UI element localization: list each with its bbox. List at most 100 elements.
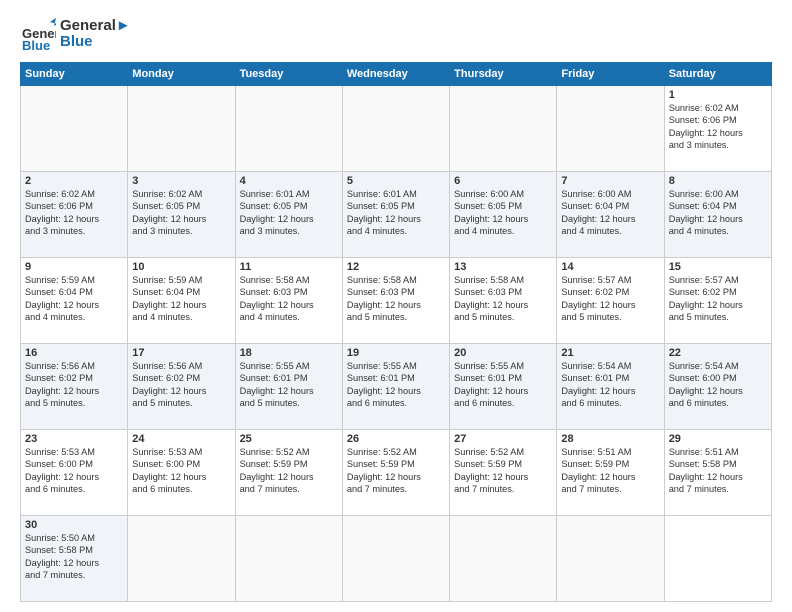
day-info: Sunrise: 5:57 AMSunset: 6:02 PMDaylight:… <box>669 274 767 324</box>
day-number: 26 <box>347 433 445 445</box>
day-info: Sunrise: 5:55 AMSunset: 6:01 PMDaylight:… <box>240 360 338 410</box>
table-row: 25Sunrise: 5:52 AMSunset: 5:59 PMDayligh… <box>235 430 342 516</box>
table-row <box>557 516 664 602</box>
calendar-row: 1Sunrise: 6:02 AMSunset: 6:06 PMDaylight… <box>21 86 772 172</box>
table-row: 4Sunrise: 6:01 AMSunset: 6:05 PMDaylight… <box>235 172 342 258</box>
table-row <box>21 86 128 172</box>
day-number: 20 <box>454 347 552 359</box>
day-number: 30 <box>25 519 123 531</box>
day-number: 28 <box>561 433 659 445</box>
day-info: Sunrise: 6:02 AMSunset: 6:05 PMDaylight:… <box>132 188 230 238</box>
table-row: 6Sunrise: 6:00 AMSunset: 6:05 PMDaylight… <box>450 172 557 258</box>
day-number: 29 <box>669 433 767 445</box>
table-row: 19Sunrise: 5:55 AMSunset: 6:01 PMDayligh… <box>342 344 449 430</box>
table-row: 23Sunrise: 5:53 AMSunset: 6:00 PMDayligh… <box>21 430 128 516</box>
day-number: 4 <box>240 175 338 187</box>
day-info: Sunrise: 5:54 AMSunset: 6:00 PMDaylight:… <box>669 360 767 410</box>
day-info: Sunrise: 5:50 AMSunset: 5:58 PMDaylight:… <box>25 532 123 582</box>
day-info: Sunrise: 6:02 AMSunset: 6:06 PMDaylight:… <box>25 188 123 238</box>
day-info: Sunrise: 5:57 AMSunset: 6:02 PMDaylight:… <box>561 274 659 324</box>
header-sunday: Sunday <box>21 63 128 86</box>
logo: General Blue General► Blue <box>20 16 131 52</box>
day-info: Sunrise: 5:52 AMSunset: 5:59 PMDaylight:… <box>347 446 445 496</box>
header-saturday: Saturday <box>664 63 771 86</box>
table-row: 12Sunrise: 5:58 AMSunset: 6:03 PMDayligh… <box>342 258 449 344</box>
day-info: Sunrise: 5:58 AMSunset: 6:03 PMDaylight:… <box>454 274 552 324</box>
day-number: 6 <box>454 175 552 187</box>
day-number: 27 <box>454 433 552 445</box>
weekday-header-row: Sunday Monday Tuesday Wednesday Thursday… <box>21 63 772 86</box>
day-number: 10 <box>132 261 230 273</box>
day-number: 21 <box>561 347 659 359</box>
day-info: Sunrise: 6:01 AMSunset: 6:05 PMDaylight:… <box>347 188 445 238</box>
day-number: 2 <box>25 175 123 187</box>
table-row: 13Sunrise: 5:58 AMSunset: 6:03 PMDayligh… <box>450 258 557 344</box>
table-row <box>450 86 557 172</box>
day-number: 1 <box>669 89 767 101</box>
table-row: 2Sunrise: 6:02 AMSunset: 6:06 PMDaylight… <box>21 172 128 258</box>
calendar-row: 16Sunrise: 5:56 AMSunset: 6:02 PMDayligh… <box>21 344 772 430</box>
day-number: 14 <box>561 261 659 273</box>
day-info: Sunrise: 5:53 AMSunset: 6:00 PMDaylight:… <box>132 446 230 496</box>
day-number: 7 <box>561 175 659 187</box>
day-info: Sunrise: 5:58 AMSunset: 6:03 PMDaylight:… <box>240 274 338 324</box>
header-wednesday: Wednesday <box>342 63 449 86</box>
table-row: 7Sunrise: 6:00 AMSunset: 6:04 PMDaylight… <box>557 172 664 258</box>
day-info: Sunrise: 5:54 AMSunset: 6:01 PMDaylight:… <box>561 360 659 410</box>
table-row: 16Sunrise: 5:56 AMSunset: 6:02 PMDayligh… <box>21 344 128 430</box>
day-number: 15 <box>669 261 767 273</box>
table-row: 3Sunrise: 6:02 AMSunset: 6:05 PMDaylight… <box>128 172 235 258</box>
day-info: Sunrise: 5:55 AMSunset: 6:01 PMDaylight:… <box>454 360 552 410</box>
day-info: Sunrise: 6:00 AMSunset: 6:04 PMDaylight:… <box>669 188 767 238</box>
day-info: Sunrise: 5:55 AMSunset: 6:01 PMDaylight:… <box>347 360 445 410</box>
day-info: Sunrise: 5:58 AMSunset: 6:03 PMDaylight:… <box>347 274 445 324</box>
header-monday: Monday <box>128 63 235 86</box>
header-friday: Friday <box>557 63 664 86</box>
day-number: 9 <box>25 261 123 273</box>
table-row: 29Sunrise: 5:51 AMSunset: 5:58 PMDayligh… <box>664 430 771 516</box>
day-info: Sunrise: 6:00 AMSunset: 6:04 PMDaylight:… <box>561 188 659 238</box>
calendar-table: Sunday Monday Tuesday Wednesday Thursday… <box>20 62 772 602</box>
table-row: 17Sunrise: 5:56 AMSunset: 6:02 PMDayligh… <box>128 344 235 430</box>
day-info: Sunrise: 6:00 AMSunset: 6:05 PMDaylight:… <box>454 188 552 238</box>
day-info: Sunrise: 5:52 AMSunset: 5:59 PMDaylight:… <box>240 446 338 496</box>
day-number: 19 <box>347 347 445 359</box>
day-number: 13 <box>454 261 552 273</box>
table-row: 14Sunrise: 5:57 AMSunset: 6:02 PMDayligh… <box>557 258 664 344</box>
table-row: 30Sunrise: 5:50 AMSunset: 5:58 PMDayligh… <box>21 516 128 602</box>
calendar-row: 23 Sunrise: 5:53 AMSunset: 6:00 PMDayligh… <box>21 430 772 516</box>
day-number: 12 <box>347 261 445 273</box>
day-number: 17 <box>132 347 230 359</box>
svg-text:Blue: Blue <box>22 38 50 52</box>
day-number: 25 <box>240 433 338 445</box>
day-number: 11 <box>240 261 338 273</box>
day-info: Sunrise: 5:52 AMSunset: 5:59 PMDaylight:… <box>454 446 552 496</box>
table-row: 22Sunrise: 5:54 AMSunset: 6:00 PMDayligh… <box>664 344 771 430</box>
day-info: Sunrise: 5:51 AMSunset: 5:59 PMDaylight:… <box>561 446 659 496</box>
table-row: 5Sunrise: 6:01 AMSunset: 6:05 PMDaylight… <box>342 172 449 258</box>
calendar-row: 9Sunrise: 5:59 AMSunset: 6:04 PMDaylight… <box>21 258 772 344</box>
table-row: 9Sunrise: 5:59 AMSunset: 6:04 PMDaylight… <box>21 258 128 344</box>
day-info: Sunrise: 5:59 AMSunset: 6:04 PMDaylight:… <box>132 274 230 324</box>
table-row <box>235 516 342 602</box>
day-number: 23 <box>25 433 123 445</box>
day-info: Sunrise: 5:51 AMSunset: 5:58 PMDaylight:… <box>669 446 767 496</box>
day-number: 16 <box>25 347 123 359</box>
table-row: 24Sunrise: 5:53 AMSunset: 6:00 PMDayligh… <box>128 430 235 516</box>
table-row: 27Sunrise: 5:52 AMSunset: 5:59 PMDayligh… <box>450 430 557 516</box>
table-row <box>128 516 235 602</box>
table-row <box>450 516 557 602</box>
table-row: 28Sunrise: 5:51 AMSunset: 5:59 PMDayligh… <box>557 430 664 516</box>
page: General Blue General► Blue Sunday Monday… <box>0 0 792 612</box>
header: General Blue General► Blue <box>20 16 772 52</box>
table-row: 18Sunrise: 5:55 AMSunset: 6:01 PMDayligh… <box>235 344 342 430</box>
table-row <box>342 86 449 172</box>
day-number: 8 <box>669 175 767 187</box>
calendar-row: 30Sunrise: 5:50 AMSunset: 5:58 PMDayligh… <box>21 516 772 602</box>
day-number: 22 <box>669 347 767 359</box>
table-row <box>342 516 449 602</box>
logo-icon: General Blue <box>20 16 56 52</box>
header-thursday: Thursday <box>450 63 557 86</box>
day-info: Sunrise: 5:56 AMSunset: 6:02 PMDaylight:… <box>25 360 123 410</box>
day-info: Sunrise: 5:59 AMSunset: 6:04 PMDaylight:… <box>25 274 123 324</box>
